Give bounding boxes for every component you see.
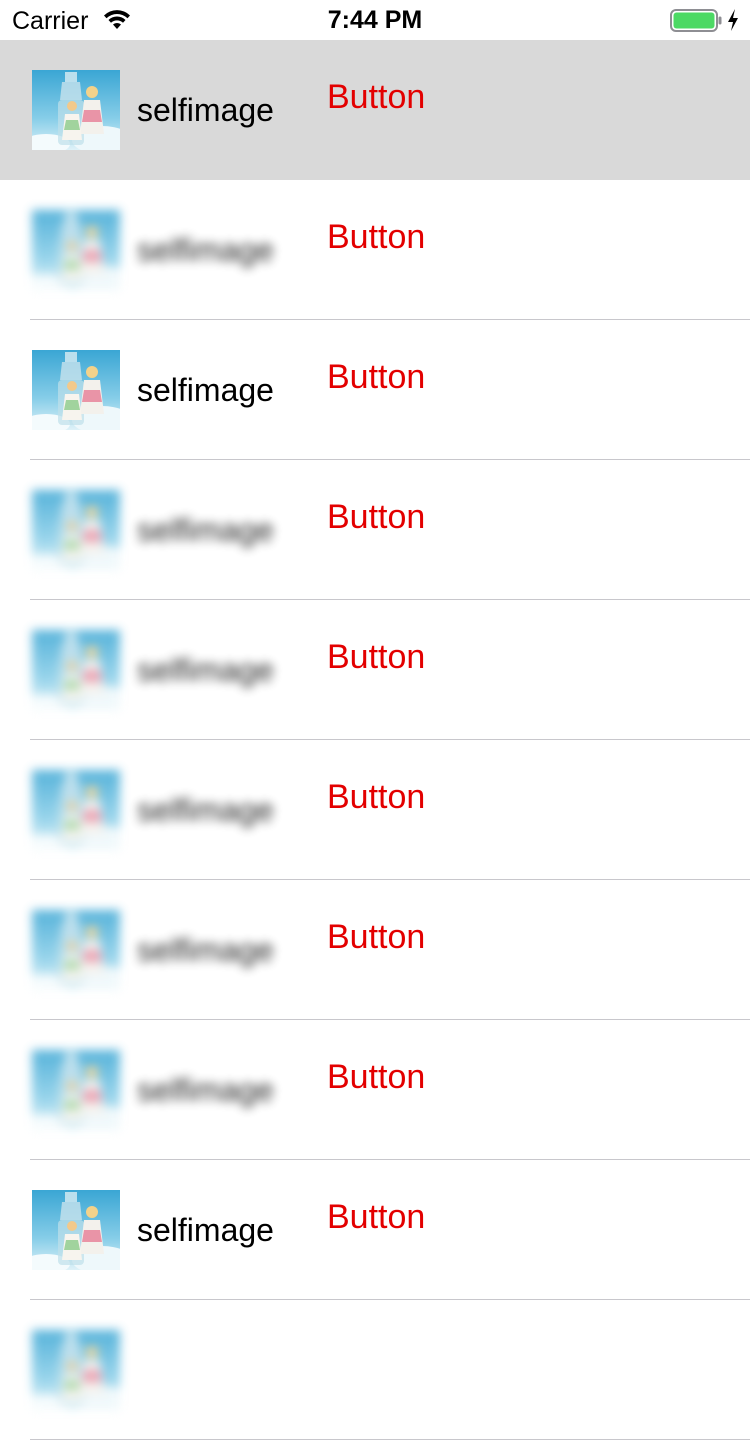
self-image-thumbnail: [32, 910, 120, 990]
row-button[interactable]: Button: [327, 1058, 425, 1096]
self-image-thumbnail: [32, 70, 120, 150]
row-button[interactable]: Button: [327, 638, 425, 676]
row-label: selfimage: [137, 1212, 274, 1248]
row-button[interactable]: Button: [327, 78, 425, 116]
self-image-thumbnail: [32, 770, 120, 850]
table-row-5[interactable]: selfimage Button: [0, 600, 750, 740]
table-row-8[interactable]: selfimage Button: [0, 1020, 750, 1160]
self-image-thumbnail: [32, 490, 120, 570]
self-image-thumbnail: [32, 1050, 120, 1130]
self-image-thumbnail: [32, 1330, 120, 1410]
status-bar: Carrier 7:44 PM: [0, 0, 750, 40]
table-row-10[interactable]: [0, 1300, 750, 1440]
row-button[interactable]: Button: [327, 218, 425, 256]
row-button[interactable]: Button: [327, 1198, 425, 1236]
table-row-4[interactable]: selfimage Button: [0, 460, 750, 600]
row-label: selfimage: [137, 792, 274, 828]
table-row-7[interactable]: selfimage Button: [0, 880, 750, 1020]
battery-icon: [670, 9, 722, 32]
status-time: 7:44 PM: [327, 6, 423, 34]
row-label: selfimage: [137, 372, 274, 408]
self-image-thumbnail: [32, 630, 120, 710]
row-label: selfimage: [137, 232, 274, 268]
row-label: selfimage: [137, 652, 274, 688]
row-button[interactable]: Button: [327, 778, 425, 816]
table-row-9[interactable]: selfimage Button: [0, 1160, 750, 1300]
self-image-thumbnail: [32, 1190, 120, 1270]
table-row-2[interactable]: selfimage Button: [0, 180, 750, 320]
table-row-3[interactable]: selfimage Button: [0, 320, 750, 460]
row-button[interactable]: Button: [327, 358, 425, 396]
table-row-6[interactable]: selfimage Button: [0, 740, 750, 880]
row-label: selfimage: [137, 932, 274, 968]
self-image-thumbnail: [32, 210, 120, 290]
row-label: selfimage: [137, 512, 274, 548]
row-button[interactable]: Button: [327, 498, 425, 536]
row-label: selfimage: [137, 1072, 274, 1108]
table-row-1[interactable]: selfimage Button: [0, 40, 750, 180]
self-image-thumbnail: [32, 350, 120, 430]
table-view[interactable]: selfimage Button selfimage Button selfim…: [0, 40, 750, 1440]
row-button[interactable]: Button: [327, 918, 425, 956]
row-label: selfimage: [137, 92, 274, 128]
charging-icon: [728, 9, 738, 31]
